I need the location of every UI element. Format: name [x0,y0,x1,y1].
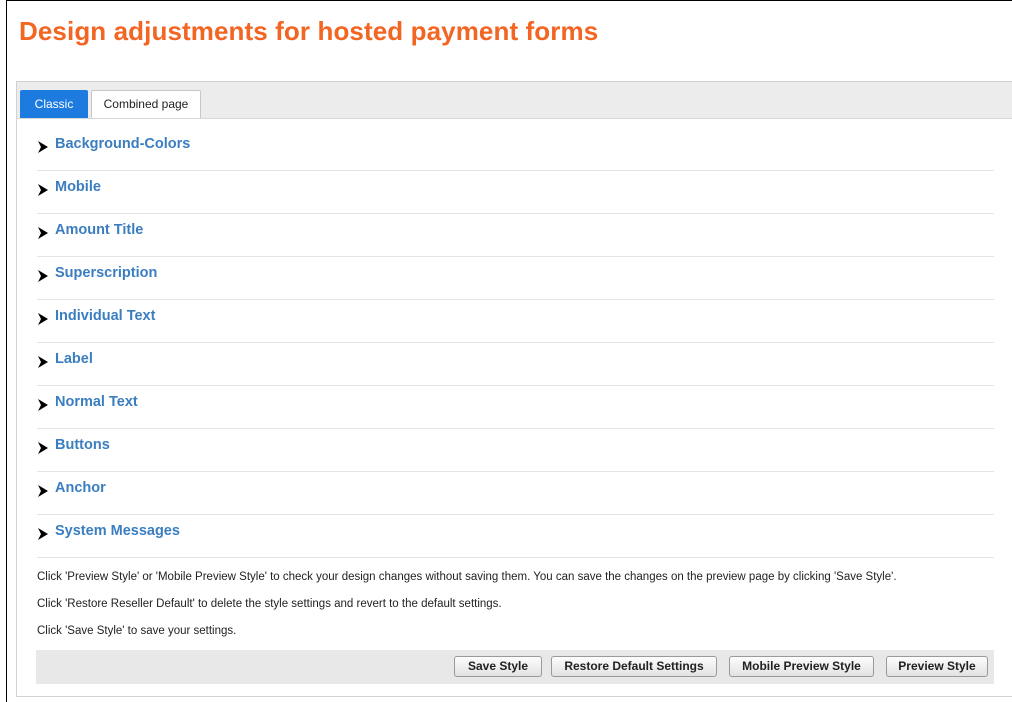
restore-default-settings-button[interactable]: Restore Default Settings [551,656,717,677]
section-label: Buttons [55,437,110,453]
design-panel: Classic Combined page Background-Colors … [16,81,1012,697]
preview-style-button[interactable]: Preview Style [886,656,988,677]
collapsed-triangle-icon [38,528,48,540]
info-text-preview: Click 'Preview Style' or 'Mobile Preview… [37,571,897,583]
collapsed-triangle-icon [38,227,48,239]
info-text-restore: Click 'Restore Reseller Default' to dele… [37,598,502,610]
section-buttons[interactable]: Buttons [37,429,994,472]
window-left-border [6,0,7,702]
section-label: Amount Title [55,222,144,238]
section-label-settings[interactable]: Label [37,343,994,386]
tab-classic[interactable]: Classic [20,90,88,118]
page-title: Design adjustments for hosted payment fo… [19,16,599,46]
section-individual-text[interactable]: Individual Text [37,300,994,343]
collapsed-triangle-icon [38,184,48,196]
section-normal-text[interactable]: Normal Text [37,386,994,429]
section-label: Individual Text [55,308,156,324]
section-background-colors[interactable]: Background-Colors [37,128,994,171]
tab-bar: Classic Combined page [17,82,1012,119]
section-amount-title[interactable]: Amount Title [37,214,994,257]
collapsed-triangle-icon [38,442,48,454]
tab-combined-page[interactable]: Combined page [91,90,201,118]
section-label: Superscription [55,265,158,281]
section-superscription[interactable]: Superscription [37,257,994,300]
collapsed-triangle-icon [38,399,48,411]
section-label: System Messages [55,523,180,539]
collapsed-triangle-icon [38,485,48,497]
section-system-messages[interactable]: System Messages [37,515,994,558]
section-label: Normal Text [55,394,138,410]
collapsed-triangle-icon [38,356,48,368]
section-label: Mobile [55,179,101,195]
collapsed-triangle-icon [38,313,48,325]
info-text-save: Click 'Save Style' to save your settings… [37,625,237,637]
window-top-border [6,0,1012,1]
mobile-preview-style-button[interactable]: Mobile Preview Style [729,656,874,677]
section-label: Label [55,351,93,367]
collapsed-triangle-icon [38,270,48,282]
save-style-button[interactable]: Save Style [454,656,542,677]
section-label: Background-Colors [55,136,191,152]
action-button-bar: Save Style Restore Default Settings Mobi… [36,650,994,684]
section-anchor[interactable]: Anchor [37,472,994,515]
section-mobile[interactable]: Mobile [37,171,994,214]
section-label: Anchor [55,480,106,496]
collapsed-triangle-icon [38,141,48,153]
